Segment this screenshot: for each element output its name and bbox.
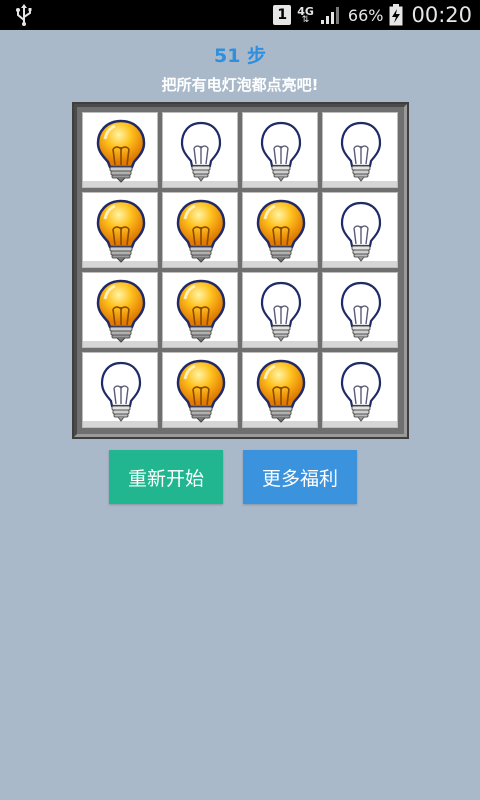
network-activity-icon: ⇅ (301, 14, 310, 25)
bulb-cell[interactable] (322, 352, 398, 428)
bulb-cell[interactable] (322, 192, 398, 268)
bulb-cell[interactable] (322, 112, 398, 188)
signal-icon (320, 5, 342, 25)
bulb-cell[interactable] (242, 112, 318, 188)
step-counter: 51 步 (213, 45, 267, 67)
bulb-cell[interactable] (162, 352, 238, 428)
bulb-cell[interactable] (82, 352, 158, 428)
battery-percent: 66% (347, 5, 384, 25)
bulb-cell[interactable] (162, 192, 238, 268)
usb-icon (12, 3, 36, 27)
bulb-cell[interactable] (82, 272, 158, 348)
clock: 00:20 (411, 3, 472, 27)
sim-icon: 1 (273, 5, 292, 25)
bulb-cell[interactable] (242, 192, 318, 268)
bulb-cell[interactable] (322, 272, 398, 348)
status-bar: 1 4G ⇅ 66% 00:20 (0, 0, 480, 30)
restart-button[interactable]: 重新开始 (109, 450, 223, 504)
bulb-cell[interactable] (162, 112, 238, 188)
sim-label: 1 (277, 7, 288, 23)
bulb-cell[interactable] (82, 112, 158, 188)
game-board (74, 104, 407, 437)
instruction-text: 把所有电灯泡都点亮吧! (161, 76, 319, 94)
bulb-cell[interactable] (82, 192, 158, 268)
battery-charging-icon (389, 4, 403, 26)
bulb-cell[interactable] (162, 272, 238, 348)
bulb-cell[interactable] (242, 352, 318, 428)
more-benefits-button[interactable]: 更多福利 (243, 450, 357, 504)
bulb-cell[interactable] (242, 272, 318, 348)
network-indicator: 4G ⇅ (297, 6, 314, 25)
